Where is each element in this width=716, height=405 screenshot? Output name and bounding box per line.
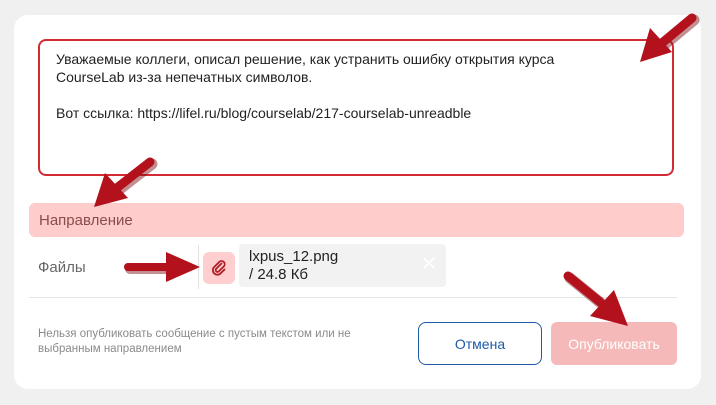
arrow-icon	[124, 252, 200, 282]
file-size: / 24.8 Кб	[249, 266, 309, 283]
close-icon	[423, 257, 435, 269]
arrow-icon	[94, 157, 158, 207]
direction-placeholder: Направление	[39, 211, 133, 229]
remove-file-button[interactable]	[422, 256, 436, 270]
files-label: Файлы	[38, 259, 86, 276]
cancel-button[interactable]: Отмена	[418, 322, 542, 365]
validation-warning: Нельзя опубликовать сообщение с пустым т…	[38, 328, 351, 355]
attached-file: lxpus_12.png / 24.8 Кб	[239, 244, 446, 287]
paperclip-icon	[211, 260, 226, 276]
file-name: lxpus_12.png	[249, 248, 339, 265]
arrow-icon	[563, 271, 628, 326]
arrow-icon	[640, 13, 700, 62]
attach-file-button[interactable]	[203, 252, 235, 284]
